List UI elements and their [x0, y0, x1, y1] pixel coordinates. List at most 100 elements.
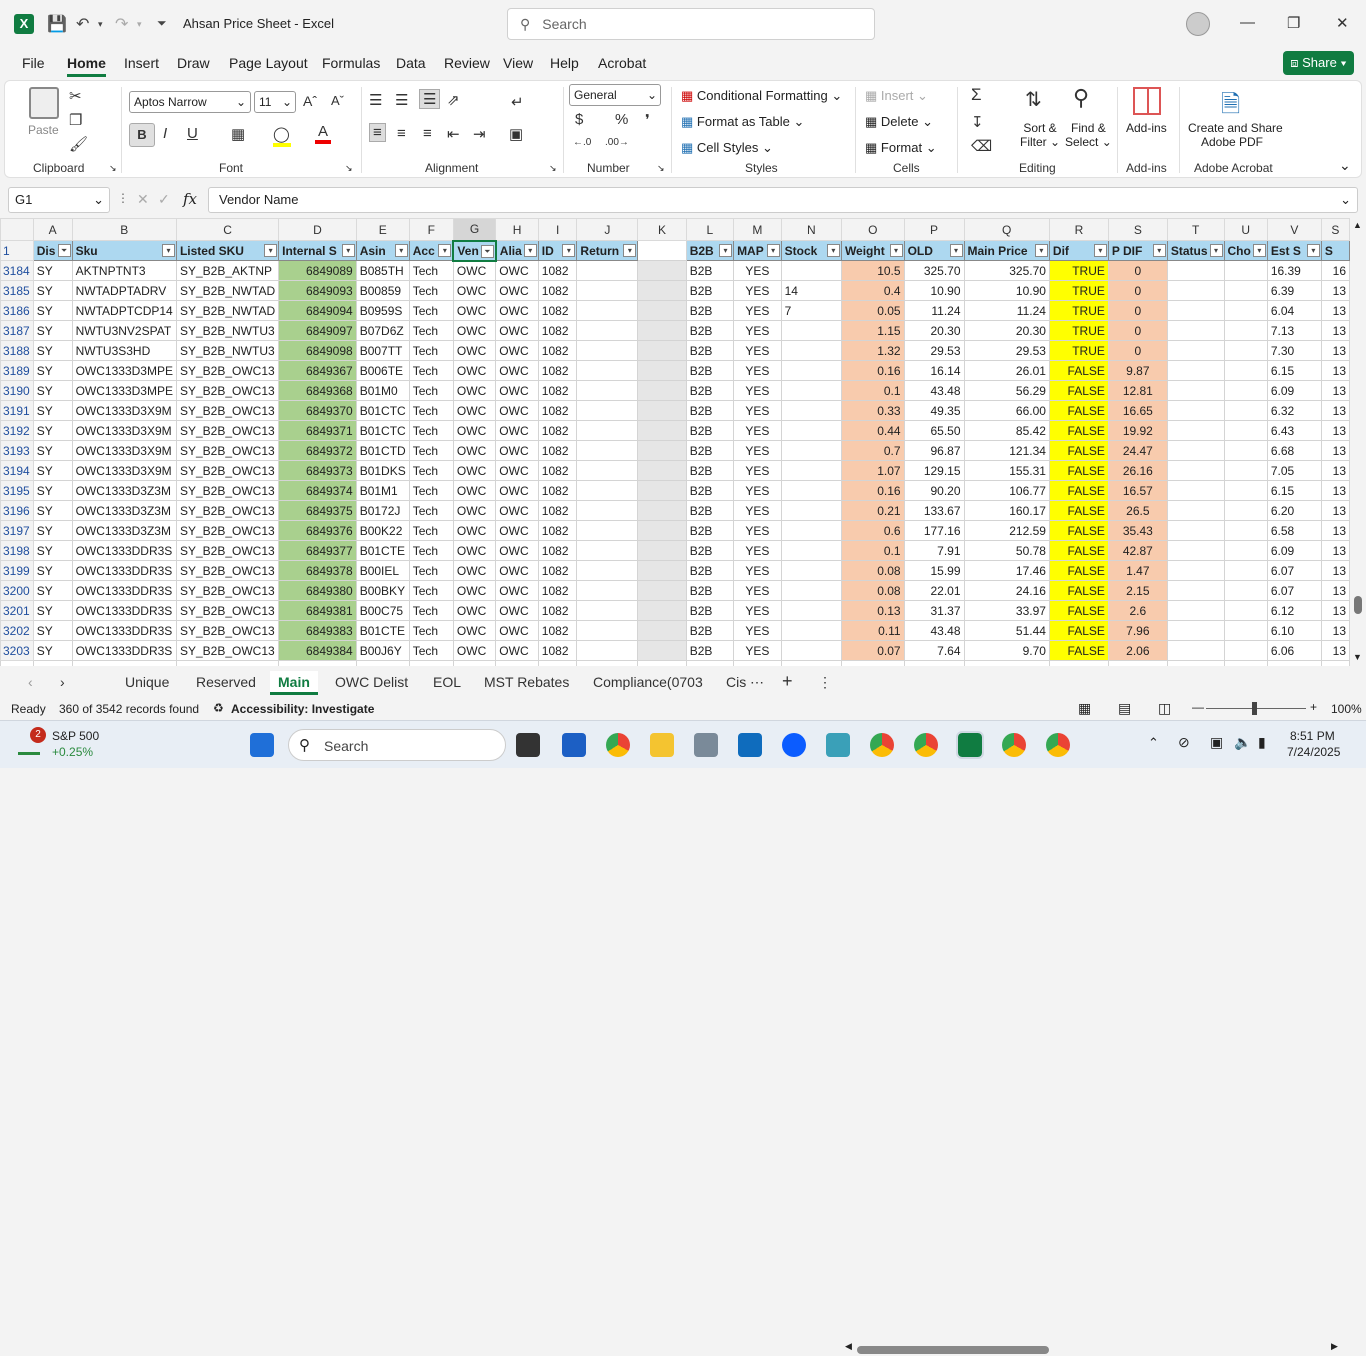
table-cell[interactable]: B00C75	[355, 600, 410, 621]
table-cell[interactable]: OWC	[452, 640, 497, 661]
filter-dropdown-icon[interactable]: ▾	[766, 244, 780, 257]
table-cell[interactable]: 6849370	[278, 400, 357, 421]
table-cell[interactable]: Tech	[408, 500, 454, 521]
filter-dropdown-icon[interactable]: ▾	[562, 244, 576, 257]
table-cell[interactable]: B006TE	[355, 360, 410, 381]
menu-acrobat[interactable]: Acrobat	[598, 55, 646, 71]
table-cell[interactable]: OWC	[452, 580, 497, 601]
table-cell[interactable]: SY	[32, 320, 73, 341]
table-cell[interactable]	[637, 500, 687, 521]
table-cell[interactable]: OWC	[452, 300, 497, 321]
table-cell[interactable]: 160.17	[963, 500, 1050, 521]
table-cell[interactable]	[1266, 660, 1322, 666]
table-cell[interactable]: B01CTC	[355, 400, 410, 421]
table-header-cell[interactable]: Cho ▾	[1223, 240, 1268, 261]
table-cell[interactable]: B01CTD	[355, 440, 410, 461]
scroll-right-icon[interactable]: ▶	[1331, 1341, 1338, 1352]
table-cell[interactable]	[637, 420, 687, 441]
table-cell[interactable]: OWC	[495, 460, 539, 481]
table-header-cell[interactable]: Weight ▾	[840, 240, 905, 261]
table-cell[interactable]: 13	[1320, 420, 1350, 441]
conditional-formatting-button[interactable]: ▦ Conditional Formatting ⌄	[681, 88, 842, 104]
table-cell[interactable]: 0	[1107, 300, 1168, 321]
table-cell[interactable]	[576, 380, 639, 401]
row-header[interactable]: 3202	[0, 620, 34, 641]
alignment-launcher-icon[interactable]: ↘	[549, 163, 557, 174]
merge-center-icon[interactable]: ▣	[509, 125, 523, 143]
table-cell[interactable]	[1223, 540, 1268, 561]
table-cell[interactable]: 6849094	[278, 300, 357, 321]
table-cell[interactable]: B00K22	[355, 520, 410, 541]
table-cell[interactable]: SY_B2B_OWC13	[175, 420, 280, 441]
menu-insert[interactable]: Insert	[124, 55, 159, 71]
table-cell[interactable]: OWC	[452, 320, 497, 341]
table-cell[interactable]: OWC	[495, 380, 539, 401]
autosum-icon[interactable]: Σ	[971, 85, 982, 105]
table-cell[interactable]	[637, 460, 687, 481]
table-cell[interactable]: SY	[32, 620, 73, 641]
accessibility-status[interactable]: Accessibility: Investigate	[231, 702, 374, 716]
row-header[interactable]: 3201	[0, 600, 34, 621]
table-cell[interactable]	[1166, 440, 1225, 461]
filter-dropdown-icon[interactable]: ▾	[889, 244, 903, 257]
table-cell[interactable]: SY	[32, 260, 73, 281]
table-cell[interactable]: FALSE	[1048, 460, 1109, 481]
table-cell[interactable]: 19.92	[1107, 420, 1168, 441]
page-layout-view-icon[interactable]: ▤	[1118, 700, 1131, 717]
menu-formulas[interactable]: Formulas	[322, 55, 380, 71]
table-cell[interactable]: 13	[1320, 600, 1350, 621]
table-cell[interactable]: 6.12	[1266, 600, 1322, 621]
table-cell[interactable]: FALSE	[1048, 560, 1109, 581]
table-cell[interactable]	[1166, 360, 1225, 381]
sheet-tab-eol[interactable]: EOL	[433, 674, 461, 690]
table-cell[interactable]	[1166, 520, 1225, 541]
table-cell[interactable]	[637, 540, 687, 561]
table-cell[interactable]	[685, 660, 735, 666]
table-cell[interactable]: 0	[1107, 280, 1168, 301]
table-cell[interactable]	[780, 600, 842, 621]
table-cell[interactable]: YES	[733, 460, 782, 481]
table-cell[interactable]: OWC	[452, 480, 497, 501]
name-box[interactable]: G1 ⌄	[8, 187, 110, 213]
table-cell[interactable]: 7	[780, 300, 842, 321]
table-cell[interactable]	[637, 660, 687, 666]
table-cell[interactable]: B2B	[685, 320, 735, 341]
add-ins-icon[interactable]	[1133, 87, 1161, 115]
table-cell[interactable]	[637, 520, 687, 541]
table-cell[interactable]	[637, 600, 687, 621]
decrease-font-icon[interactable]: Aˇ	[331, 93, 344, 108]
table-cell[interactable]: 13	[1320, 300, 1350, 321]
table-cell[interactable]: Tech	[408, 300, 454, 321]
menu-view[interactable]: View	[503, 55, 533, 71]
table-cell[interactable]	[576, 580, 639, 601]
table-cell[interactable]	[576, 500, 639, 521]
table-cell[interactable]: OWC1333DDR3S	[71, 620, 177, 641]
table-header-cell[interactable]: P DIF ▾	[1107, 240, 1168, 261]
clock-date[interactable]: 7/24/2025	[1287, 745, 1340, 759]
table-cell[interactable]: 9.87	[1107, 360, 1168, 381]
table-cell[interactable]	[1166, 460, 1225, 481]
table-cell[interactable]: YES	[733, 400, 782, 421]
table-cell[interactable]: YES	[733, 560, 782, 581]
row-header[interactable]: 1	[0, 240, 34, 261]
table-cell[interactable]: YES	[733, 640, 782, 661]
table-cell[interactable]	[576, 400, 639, 421]
table-cell[interactable]: B2B	[685, 540, 735, 561]
table-cell[interactable]: SY_B2B_OWC13	[175, 460, 280, 481]
insert-function-icon[interactable]: fx	[183, 190, 197, 208]
table-cell[interactable]: SY	[32, 420, 73, 441]
table-cell[interactable]: 6849376	[278, 520, 357, 541]
row-header[interactable]: 3185	[0, 280, 34, 301]
table-header-cell[interactable]: Return ▾	[576, 240, 639, 261]
font-size-select[interactable]: 11 ⌄	[254, 91, 296, 113]
table-cell[interactable]: Tech	[408, 640, 454, 661]
table-cell[interactable]	[576, 480, 639, 501]
column-header[interactable]: G	[452, 218, 497, 242]
table-cell[interactable]	[637, 360, 687, 381]
table-cell[interactable]: OWC	[452, 540, 497, 561]
table-cell[interactable]: 1082	[537, 560, 578, 581]
table-cell[interactable]: FALSE	[1048, 620, 1109, 641]
zoom-level[interactable]: 100%	[1331, 702, 1362, 716]
table-cell[interactable]: 325.70	[963, 260, 1050, 281]
chrome-profile-icon[interactable]	[870, 733, 894, 757]
